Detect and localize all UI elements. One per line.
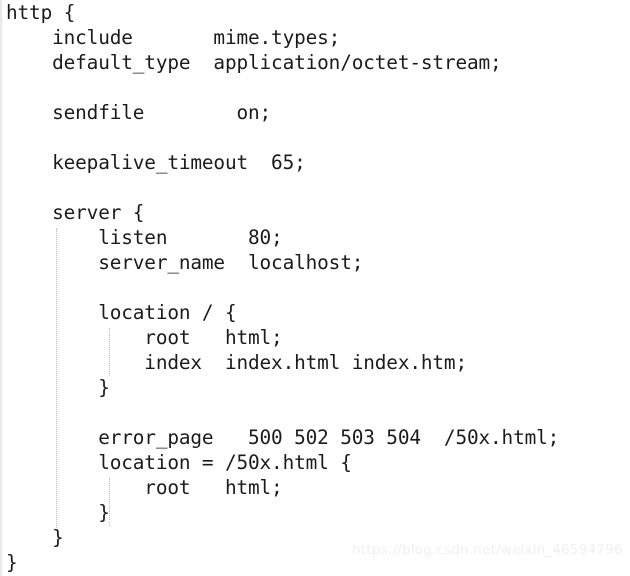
code-line: } [6,376,110,399]
code-line: default_type application/octet-stream; [6,51,502,74]
code-line: include mime.types; [6,26,341,49]
code-line: keepalive_timeout 65; [6,151,306,174]
code-snippet-screenshot: http { include mime.types; default_type … [0,0,630,576]
code-line: sendfile on; [6,101,272,124]
code-block: http { include mime.types; default_type … [6,0,630,575]
code-line: http { [6,1,76,24]
code-line: location = /50x.html { [6,451,352,474]
code-line: root html; [6,476,283,499]
left-gutter-rule [0,0,2,576]
code-line: root html; [6,326,283,349]
code-line: server { [6,201,145,224]
code-line: server_name localhost; [6,251,364,274]
code-line: location / { [6,301,237,324]
code-line: error_page 500 502 503 504 /50x.html; [6,426,560,449]
code-line: index index.html index.htm; [6,351,467,374]
code-line: listen 80; [6,226,283,249]
watermark-text: https://blog.csdn.net/weixin_46594796 [352,542,623,558]
code-line: } [6,501,110,524]
